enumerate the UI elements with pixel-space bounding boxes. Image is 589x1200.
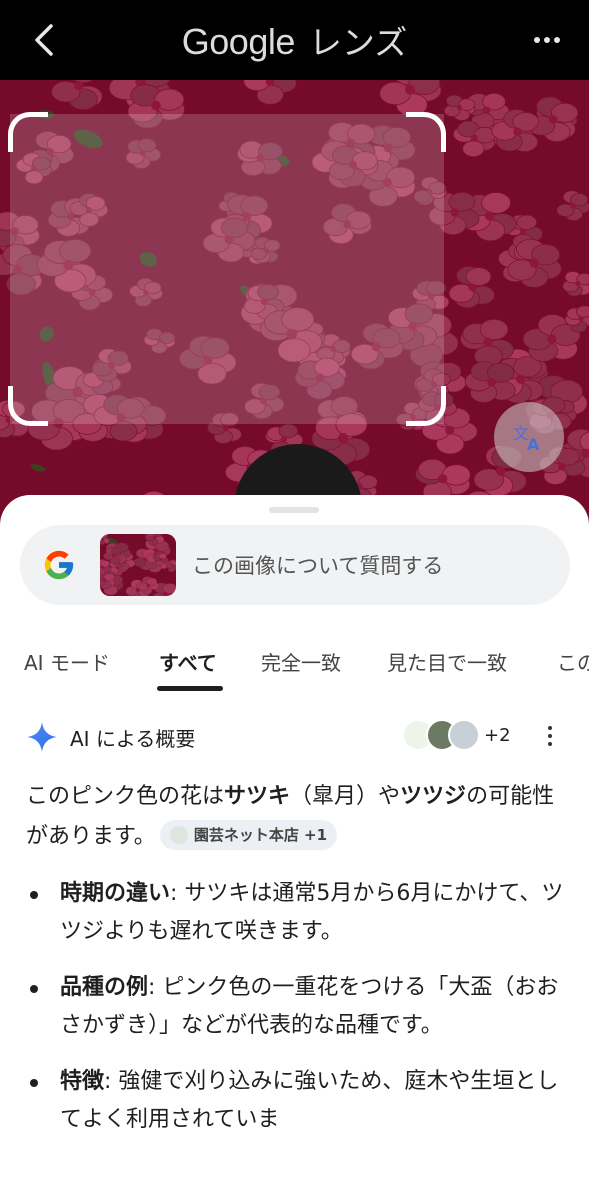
top-bar: Google レンズ [0,0,589,80]
ai-summary: このピンク色の花はサツキ（皐月）やツツジの可能性があります。 園芸ネット本店 +1 [26,777,566,857]
tab-visual-match[interactable]: 見た目で一致 [387,647,507,676]
more-vertical-icon[interactable] [540,721,560,751]
source-avatars[interactable] [402,717,484,753]
tab-ai-mode[interactable]: AI モード [24,647,110,676]
svg-text:A: A [527,435,540,452]
source-favicon-icon [169,826,188,844]
summary-text: （皐月）や [290,784,401,809]
ai-bullet-list: 時期の違い: サツキは通常5月から6月にかけて、ツツジよりも遅れて咲きます。 品… [26,875,566,1157]
crop-handle-top-right[interactable] [406,112,446,152]
result-tabs: AI モード すべて 完全一致 見た目で一致 この [0,633,589,693]
google-g-icon [44,550,74,580]
source-count[interactable]: +2 [484,725,511,746]
list-item: 特徴: 強健で刈り込みに強いため、庭木や生垣としてよく利用されていま [26,1063,566,1139]
sheet-drag-handle[interactable] [269,507,319,513]
ai-overview-header: AI による概要 +2 [26,717,566,757]
back-button[interactable] [22,18,66,62]
translate-icon: 文 A [513,424,540,452]
summary-term: サツキ [224,784,291,809]
crop-handle-bottom-left[interactable] [8,386,48,426]
list-item: 品種の例: ピンク色の一重花をつける「大盃（おおさかずき）」などが代表的な品種で… [26,969,566,1045]
list-item: 時期の違い: サツキは通常5月から6月にかけて、ツツジよりも遅れて咲きます。 [26,875,566,951]
crop-handle-top-left[interactable] [8,112,48,152]
translate-button[interactable]: 文 A [494,402,564,472]
brand-lens: レンズ [308,23,408,62]
bullet-term: 特徴 [60,1069,105,1094]
summary-text: このピンク色の花は [26,784,225,809]
tab-all[interactable]: すべて [159,647,217,676]
bullet-term: 時期の違い [60,881,171,906]
tab-more[interactable]: この [557,647,589,676]
source-chip-label: 園芸ネット本店 +1 [193,826,328,844]
more-horizontal-icon [534,37,560,43]
search-placeholder[interactable]: この画像について質問する [192,550,443,580]
brand-google: Google [181,21,296,62]
more-options-button[interactable] [525,18,569,62]
bullet-term: 品種の例 [60,975,149,1000]
query-thumbnail[interactable] [100,534,176,596]
selection-region[interactable] [10,114,444,424]
results-sheet: この画像について質問する AI モード すべて 完全一致 見た目で一致 この A… [0,495,589,1200]
tab-exact-match[interactable]: 完全一致 [261,647,341,676]
query-image [100,534,176,596]
sparkle-icon [27,722,57,752]
ai-overview-title: AI による概要 [70,727,196,751]
bullet-text: : 強健で刈り込みに強いため、庭木や生垣としてよく利用されていま [60,1069,559,1132]
source-chip[interactable]: 園芸ネット本店 +1 [159,820,338,850]
summary-term: ツツジ [400,784,467,809]
chevron-left-icon [35,24,53,56]
search-bar[interactable]: この画像について質問する [20,525,570,605]
source-avatar [448,719,480,751]
app-title: Google レンズ [182,16,407,64]
active-tab-indicator [157,686,223,691]
